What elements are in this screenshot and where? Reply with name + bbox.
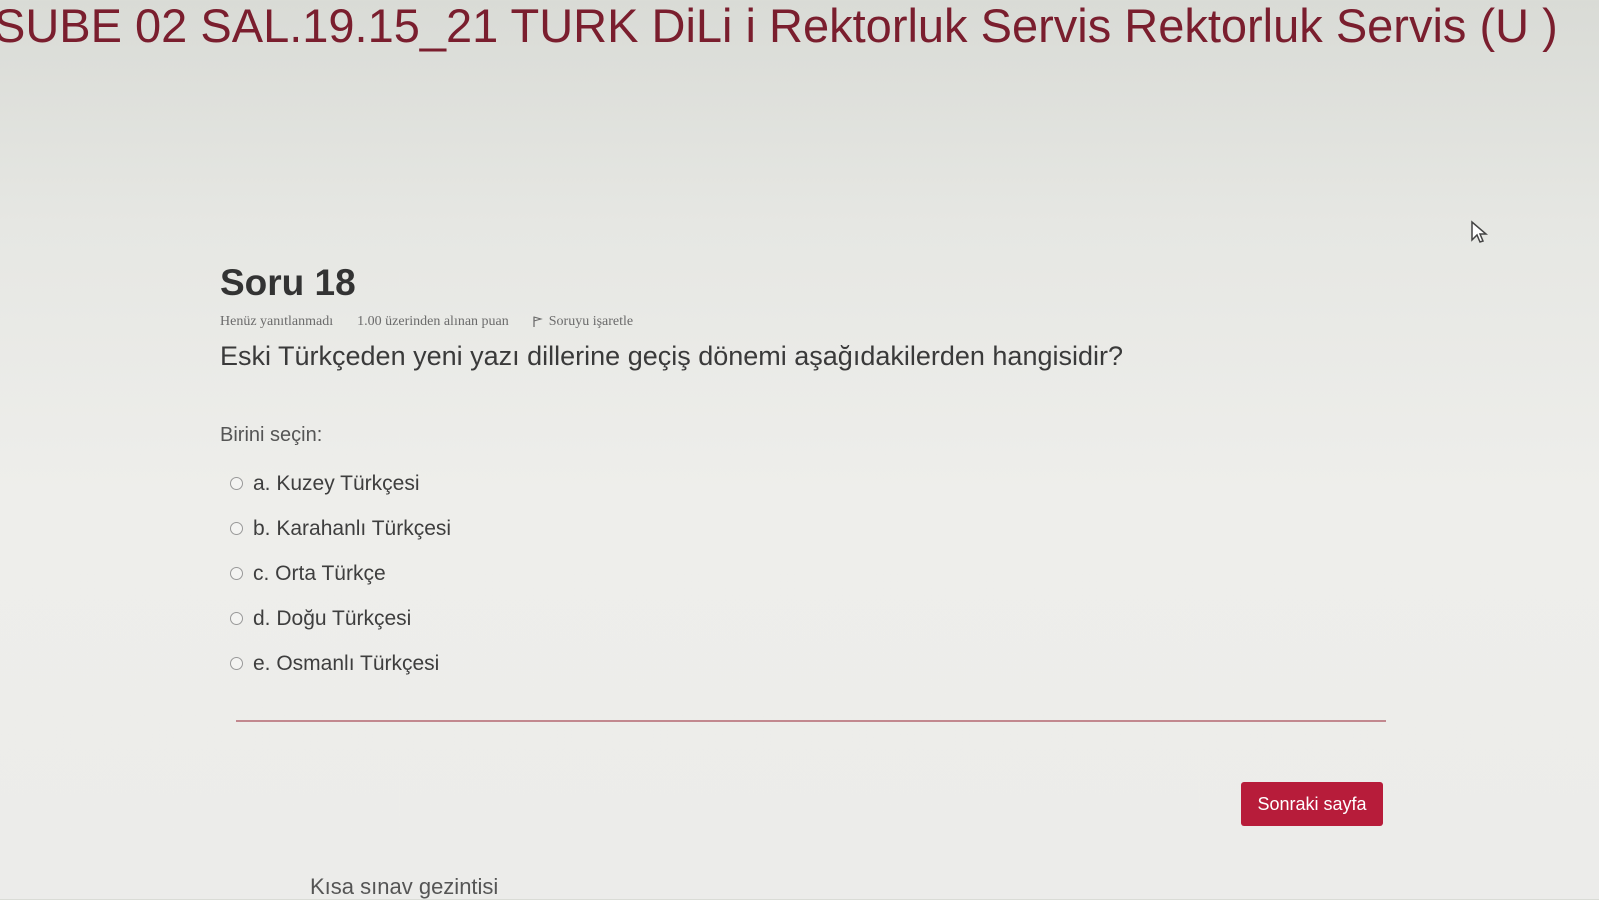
answer-list: a. Kuzey Türkçesi b. Karahanlı Türkçesi … [220, 461, 1390, 686]
radio-button[interactable] [230, 477, 243, 490]
divider [236, 720, 1386, 722]
radio-button[interactable] [230, 612, 243, 625]
radio-button[interactable] [230, 657, 243, 670]
question-status: Henüz yanıtlanmadı [220, 314, 334, 329]
question-block: Soru 18 Henüz yanıtlanmadı 1.00 üzerinde… [220, 260, 1390, 686]
answer-label: e. Osmanlı Türkçesi [253, 651, 440, 675]
answer-option-d[interactable]: d. Doğu Türkçesi [220, 596, 1390, 641]
answer-label: b. Karahanlı Türkçesi [253, 516, 452, 540]
flag-question-label: Soruyu işaretle [548, 314, 634, 329]
answer-option-a[interactable]: a. Kuzey Türkçesi [220, 461, 1390, 506]
answer-prompt: Birini seçin: [220, 424, 323, 446]
question-points: 1.00 üzerinden alınan puan [357, 314, 509, 329]
answer-option-c[interactable]: c. Orta Türkçe [220, 551, 1390, 596]
radio-button[interactable] [230, 522, 243, 535]
question-title: Soru 18 [220, 262, 356, 303]
question-info: Henüz yanıtlanmadı 1.00 üzerinden alınan… [220, 314, 1390, 330]
course-title: SUBE 02 SAL.19.15_21 TURK DiLi i Rektorl… [0, 0, 1558, 52]
quiz-navigation-link[interactable]: Kısa sınav gezintisi [310, 874, 498, 900]
flag-icon [533, 316, 543, 327]
answer-option-e[interactable]: e. Osmanlı Türkçesi [220, 641, 1390, 686]
radio-button[interactable] [230, 567, 243, 580]
flag-question-link[interactable]: Soruyu işaretle [533, 314, 633, 330]
next-page-button[interactable]: Sonraki sayfa [1241, 782, 1383, 826]
mouse-cursor-icon [1471, 220, 1488, 243]
question-text: Eski Türkçeden yeni yazı dillerine geçiş… [220, 341, 1123, 371]
answer-option-b[interactable]: b. Karahanlı Türkçesi [220, 506, 1390, 551]
answer-label: a. Kuzey Türkçesi [253, 471, 420, 495]
answer-label: d. Doğu Türkçesi [253, 606, 412, 630]
answer-label: c. Orta Türkçe [253, 561, 386, 585]
